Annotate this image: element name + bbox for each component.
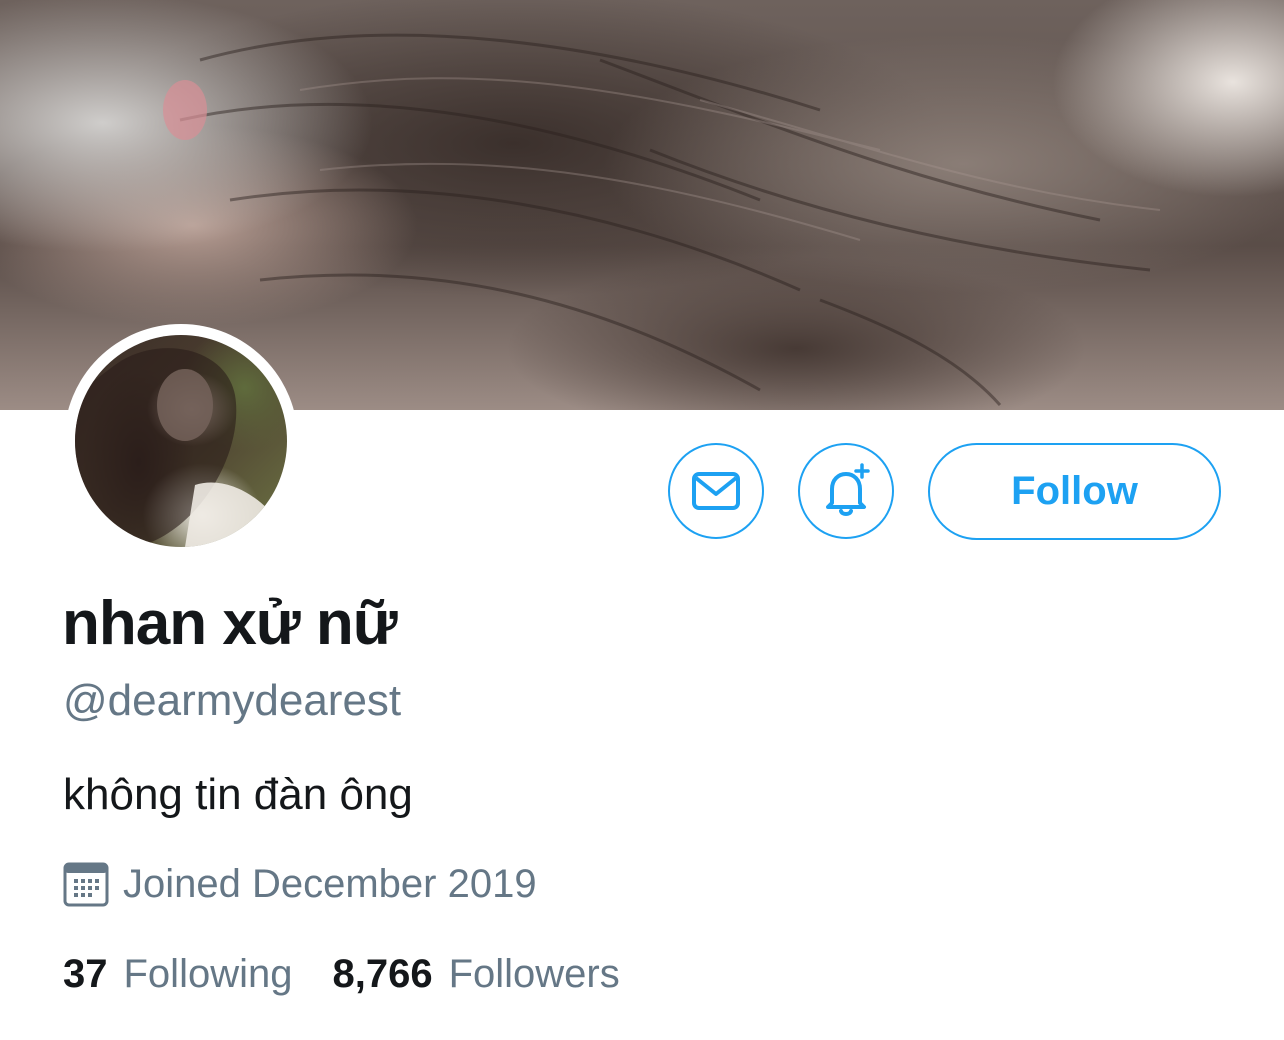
followers-label: Followers [448,952,620,996]
username-handle: @dearmydearest [63,676,402,725]
message-button[interactable] [668,443,764,539]
avatar-ring [64,324,298,558]
following-count: 37 [63,952,108,996]
profile-bio: không tin đàn ông [63,770,413,819]
calendar-icon [63,862,109,907]
joined-date-row: Joined December 2019 [63,858,537,910]
display-name: nhan xử nữ [62,589,398,658]
avatar[interactable] [75,335,287,547]
envelope-icon [692,472,740,510]
bell-plus-icon [826,463,870,516]
followers-link[interactable]: 8,766 Followers [332,952,619,997]
following-link[interactable]: 37 Following [63,952,292,997]
notifications-button[interactable] [798,443,894,539]
following-label: Following [123,952,293,996]
follow-button[interactable]: Follow [928,443,1221,540]
joined-date: Joined December 2019 [123,861,537,906]
followers-count: 8,766 [332,952,433,996]
avatar-photo [75,348,287,547]
follow-stats: 37 Following 8,766 Followers [63,952,620,997]
